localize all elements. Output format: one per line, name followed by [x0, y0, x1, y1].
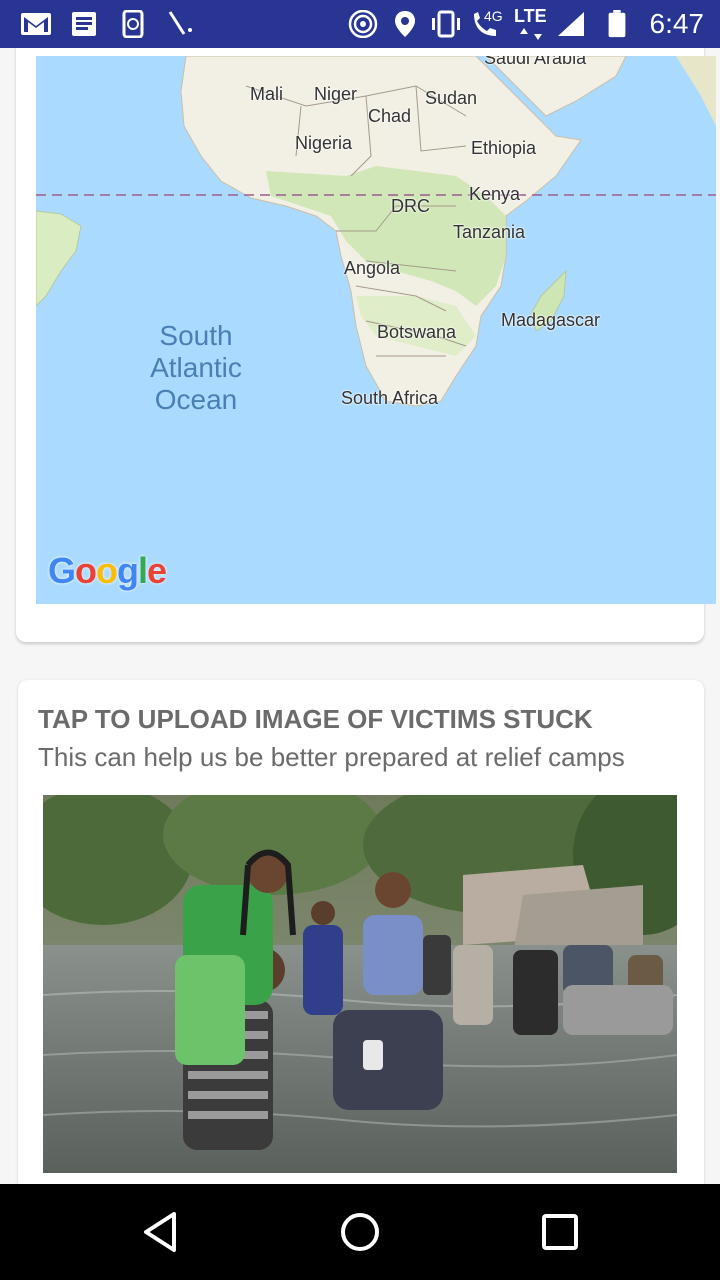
map-label-nigeria: Nigeria [295, 133, 353, 153]
map-label-mali: Mali [250, 84, 284, 104]
vibrate-icon [432, 10, 460, 38]
hotspot-icon [348, 10, 378, 38]
upload-victim-image-card[interactable]: TAP TO UPLOAD IMAGE OF VICTIMS STUCK Thi… [18, 680, 704, 1184]
upload-card-subtitle: This can help us be better prepared at r… [38, 742, 625, 772]
gmail-icon [21, 13, 51, 35]
map-label-drc: DRC [391, 196, 430, 216]
network-type-label: 4G [484, 8, 503, 24]
map-label-saudi-arabia: Saudi Arabia [484, 56, 587, 68]
home-icon[interactable] [334, 1206, 386, 1258]
victims-photo[interactable] [43, 795, 677, 1173]
battery-icon [608, 10, 626, 38]
map-label-angola: Angola [344, 258, 401, 278]
map-label-sudan: Sudan [425, 88, 478, 108]
map-label-kenya: Kenya [469, 184, 521, 204]
map-label-ocean: South Atlantic Ocean [150, 320, 242, 415]
google-logo: Google [48, 550, 167, 591]
signal-icon [558, 12, 584, 36]
map-label-botswana: Botswana [377, 322, 457, 342]
map-label-madagascar: Madagascar [501, 310, 601, 330]
phone-sync-icon [122, 10, 144, 38]
lte-arrows-icon [520, 28, 542, 40]
lte-icon: LTE [514, 6, 547, 26]
upload-card-title: TAP TO UPLOAD IMAGE OF VICTIMS STUCK [38, 704, 593, 734]
map-label-tanzania: Tanzania [453, 222, 526, 242]
content-scroll[interactable]: Saudi Arabia Mali Niger Sudan Chad Niger… [0, 48, 720, 1184]
location-icon [395, 11, 415, 37]
recents-icon[interactable] [534, 1206, 586, 1258]
status-bar: 4G LTE 6:47 [0, 0, 720, 48]
map-label-ethiopia: Ethiopia [471, 138, 537, 158]
map-label-chad: Chad [368, 106, 412, 126]
flood-scene-image [43, 795, 677, 1173]
news-icon [72, 12, 96, 36]
map-card: Saudi Arabia Mali Niger Sudan Chad Niger… [16, 48, 716, 642]
map-label-south-africa: South Africa [341, 388, 439, 408]
map-label-niger: Niger [314, 84, 358, 104]
back-icon[interactable] [134, 1206, 186, 1258]
navigation-bar [0, 1184, 720, 1280]
map-view[interactable]: Saudi Arabia Mali Niger Sudan Chad Niger… [36, 56, 716, 604]
pen-icon [168, 11, 192, 35]
clock: 6:47 [649, 8, 705, 39]
